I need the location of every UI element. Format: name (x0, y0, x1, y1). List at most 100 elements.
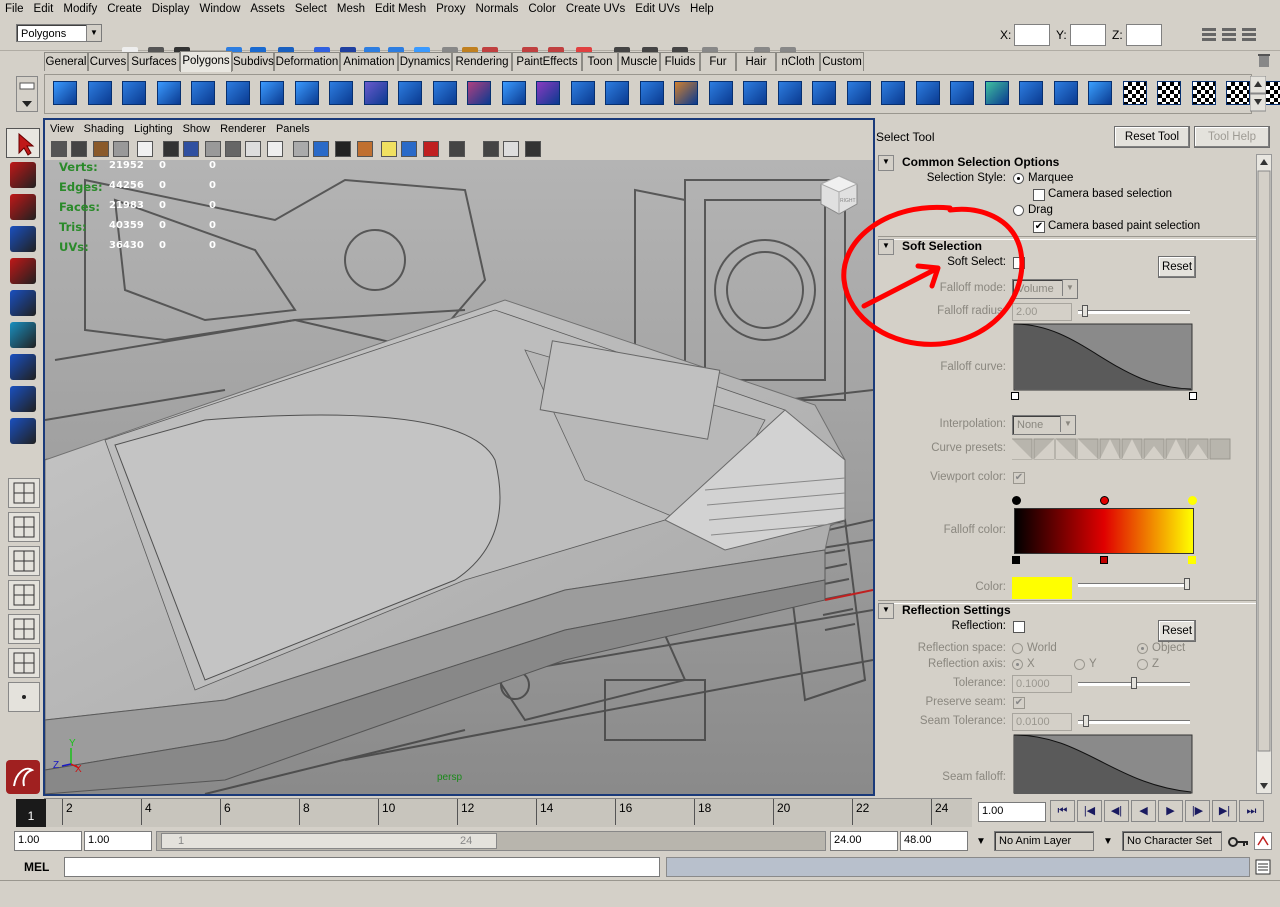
playback-end-field[interactable]: 24.00 (830, 831, 898, 851)
play-backwards-icon[interactable]: ◀ (1131, 800, 1156, 822)
falloff-curve-graph[interactable] (1013, 323, 1195, 393)
automatic-map-icon[interactable] (1190, 79, 1218, 107)
reflection-axis-x-radio[interactable] (1012, 659, 1023, 670)
reflection-object-radio[interactable] (1137, 643, 1148, 654)
separate-icon[interactable] (465, 79, 493, 107)
poly-soccer-ball-icon[interactable] (362, 79, 390, 107)
poly-pipe-icon[interactable] (293, 79, 321, 107)
offset-loop-icon[interactable] (983, 79, 1011, 107)
falloff-color-key-red[interactable] (1100, 496, 1109, 505)
shelf-tab-animation[interactable]: Animation (340, 52, 398, 71)
key-icon[interactable] (1226, 832, 1250, 852)
step-forward-key-icon[interactable]: ▶| (1212, 800, 1237, 822)
preserve-seam-checkbox[interactable]: ✔ (1013, 697, 1025, 709)
shelf-scroll[interactable] (1250, 76, 1266, 112)
color-slider[interactable] (1078, 583, 1190, 587)
menu-create[interactable]: Create (102, 0, 147, 15)
append-icon[interactable] (776, 79, 804, 107)
menu-proxy[interactable]: Proxy (431, 0, 470, 15)
chevron-down-icon[interactable]: ▼ (1098, 832, 1118, 852)
falloff-color-marker-yellow[interactable] (1188, 556, 1196, 564)
wireframe-icon[interactable] (293, 141, 309, 157)
boolean-union-icon[interactable] (603, 79, 631, 107)
trash-icon[interactable] (1256, 52, 1272, 68)
vp-menu-shading[interactable]: Shading (79, 120, 129, 135)
falloff-radius-slider[interactable] (1078, 310, 1190, 314)
curve-key-end[interactable] (1189, 392, 1197, 400)
shelf-tab-toon[interactable]: Toon (582, 52, 618, 71)
grid-icon[interactable] (137, 141, 153, 157)
script-editor-icon[interactable] (1254, 858, 1272, 876)
wedge-icon[interactable] (845, 79, 873, 107)
poly-cone-icon[interactable] (155, 79, 183, 107)
vp-menu-view[interactable]: View (45, 120, 79, 135)
shadows-icon[interactable] (401, 141, 417, 157)
range-slider-handle[interactable]: 1 24 (161, 833, 497, 849)
maya-logo-icon[interactable] (6, 760, 40, 794)
textured-icon[interactable] (357, 141, 373, 157)
menu-create-uvs[interactable]: Create UVs (561, 0, 630, 15)
menu-set-dropdown[interactable]: Polygons ▼ (16, 24, 102, 42)
universal-manip-button[interactable] (6, 320, 40, 350)
move-tool-button[interactable] (6, 224, 40, 254)
smooth-shade-icon[interactable] (313, 141, 329, 157)
menu-edit-uvs[interactable]: Edit UVs (630, 0, 685, 15)
step-back-key-icon[interactable]: |◀ (1077, 800, 1102, 822)
bookmark-icon[interactable] (93, 141, 109, 157)
y-input[interactable] (1070, 24, 1106, 46)
falloff-color-marker-black[interactable] (1012, 556, 1020, 564)
single-perspective-layout-icon[interactable] (8, 478, 40, 508)
shelf-tab-polygons[interactable]: Polygons (180, 51, 232, 72)
rotate-tool-button[interactable] (6, 256, 40, 286)
shelf-tab-hair[interactable]: Hair (736, 52, 776, 71)
resolution-gate-icon[interactable] (183, 141, 199, 157)
persp-outliner-layout-icon[interactable] (8, 546, 40, 576)
menu-window[interactable]: Window (194, 0, 245, 15)
falloff-radius-slider-thumb[interactable] (1082, 305, 1088, 317)
preferences-icon[interactable] (1254, 832, 1272, 850)
falloff-color-marker-red[interactable] (1100, 556, 1108, 564)
menu-normals[interactable]: Normals (471, 0, 524, 15)
xray-joints-icon[interactable] (503, 141, 519, 157)
vp-menu-renderer[interactable]: Renderer (215, 120, 271, 135)
color-swatch[interactable] (1012, 577, 1072, 599)
lasso-tool-button[interactable] (6, 160, 40, 190)
smooth-icon[interactable] (500, 79, 528, 107)
color-slider-thumb[interactable] (1184, 578, 1190, 590)
spherical-map-icon[interactable] (1155, 79, 1183, 107)
poly-sphere-icon[interactable] (51, 79, 79, 107)
safe-title-icon[interactable] (267, 141, 283, 157)
step-back-frame-icon[interactable]: ◀| (1104, 800, 1129, 822)
perspective-viewport[interactable]: Verts:2195200Edges:4425600Faces:2198300T… (45, 160, 873, 794)
vp-menu-lighting[interactable]: Lighting (129, 120, 178, 135)
shelf-tab-dynamics[interactable]: Dynamics (398, 52, 452, 71)
reflection-settings-header[interactable]: ▼Reflection Settings (878, 603, 1248, 619)
tolerance-slider-thumb[interactable] (1131, 677, 1137, 689)
command-input[interactable] (64, 857, 660, 877)
interpolation-dropdown[interactable]: None ▼ (1012, 415, 1076, 435)
menu-edit-mesh[interactable]: Edit Mesh (370, 0, 431, 15)
menu-assets[interactable]: Assets (245, 0, 290, 15)
viewport-color-checkbox[interactable]: ✔ (1013, 472, 1025, 484)
current-frame-marker[interactable]: 1 (16, 799, 46, 827)
camera-select-icon[interactable] (51, 141, 67, 157)
soft-mod-button[interactable] (6, 352, 40, 382)
shelf-tab-fur[interactable]: Fur (700, 52, 736, 71)
vp-menu-panels[interactable]: Panels (271, 120, 315, 135)
layout-menu-icon[interactable] (8, 682, 40, 712)
shelf-tab-deformation[interactable]: Deformation (274, 52, 340, 71)
poly-cube-icon[interactable] (86, 79, 114, 107)
high-quality-icon[interactable] (423, 141, 439, 157)
go-to-start-icon[interactable]: ⏮ (1050, 800, 1075, 822)
shelf-tab-fluids[interactable]: Fluids (660, 52, 700, 71)
insert-edge-loop-icon[interactable] (948, 79, 976, 107)
curve-key-start[interactable] (1011, 392, 1019, 400)
menu-mesh[interactable]: Mesh (332, 0, 370, 15)
persp-graph-hypergraph-layout-icon[interactable] (8, 648, 40, 678)
tool-settings-scrollbar[interactable] (1256, 154, 1272, 794)
hypershade-persp-layout-icon[interactable] (8, 614, 40, 644)
shelf-tab-surfaces[interactable]: Surfaces (128, 52, 180, 71)
falloff-color-ramp[interactable] (1014, 508, 1194, 554)
xray-components-icon[interactable] (525, 141, 541, 157)
paint-select-tool-button[interactable] (6, 192, 40, 222)
